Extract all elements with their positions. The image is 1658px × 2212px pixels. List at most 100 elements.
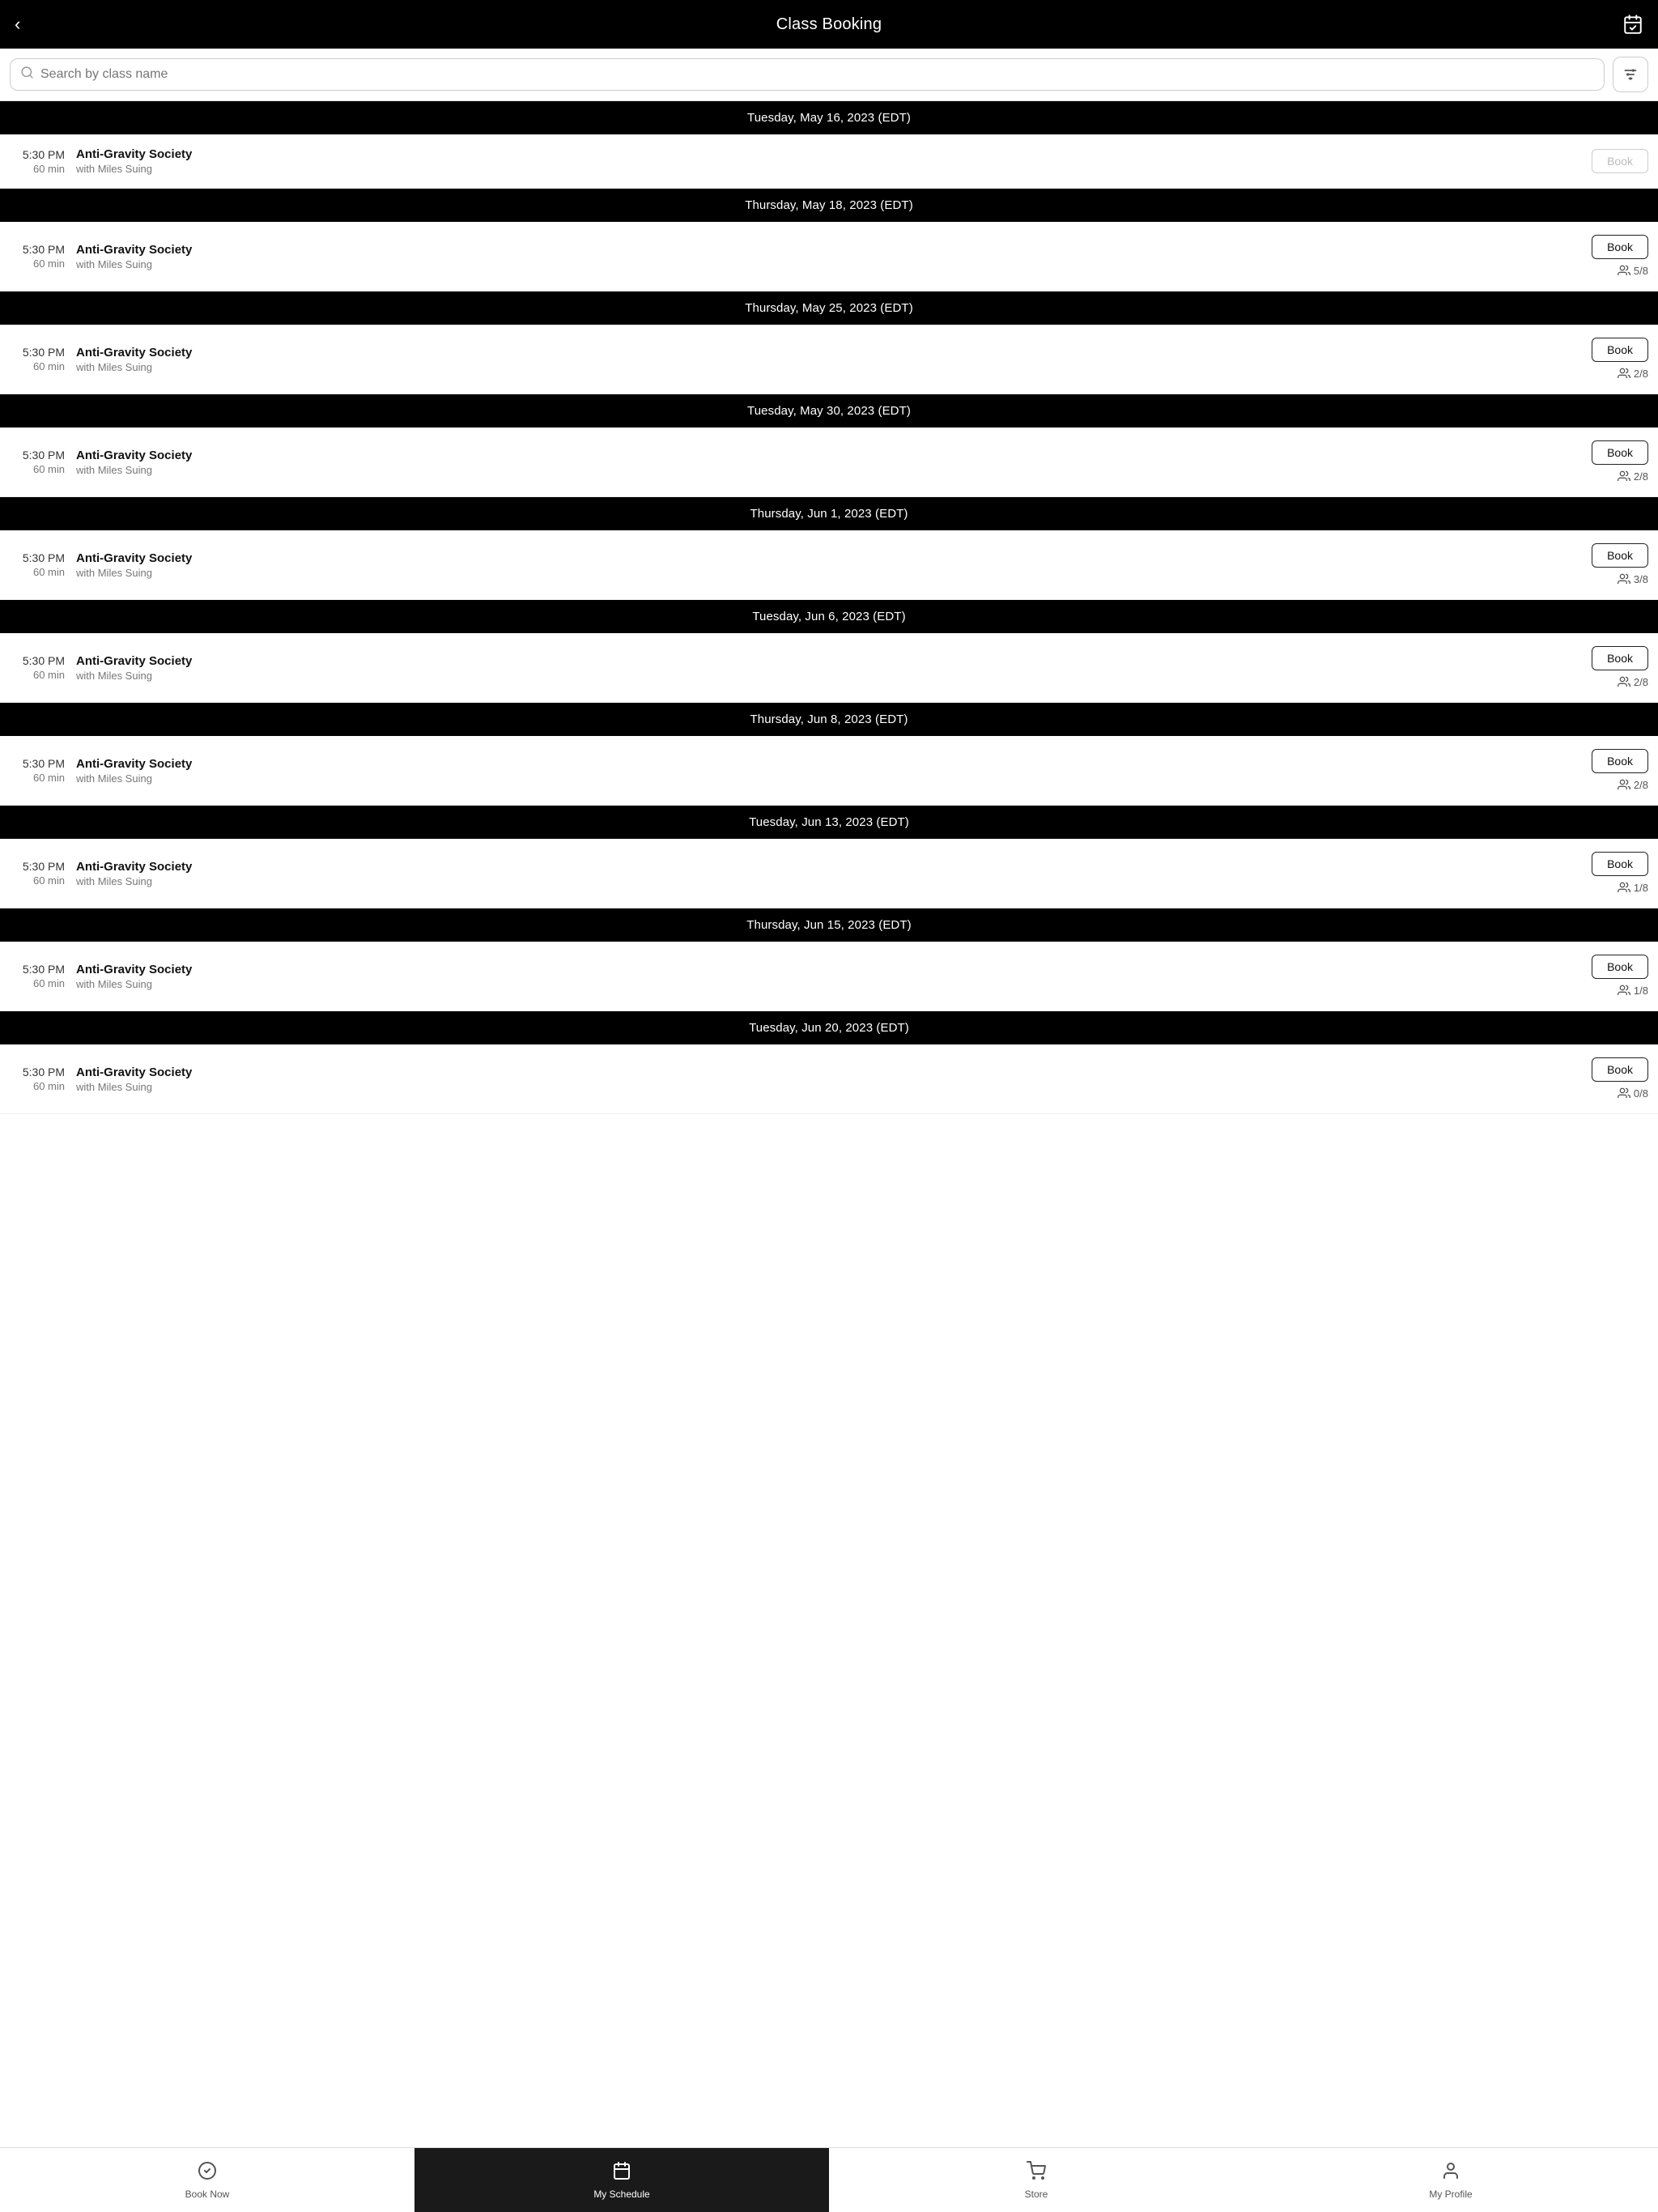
- class-duration: 60 min: [33, 1080, 65, 1092]
- date-header: Tuesday, May 30, 2023 (EDT): [0, 394, 1658, 428]
- class-info: Anti-Gravity Societywith Miles Suing: [76, 860, 1592, 887]
- class-actions: Book 5/8: [1592, 235, 1648, 278]
- capacity-icon: [1618, 572, 1630, 586]
- filter-button[interactable]: [1613, 57, 1648, 92]
- class-name: Anti-Gravity Society: [76, 346, 1592, 359]
- class-duration: 60 min: [33, 360, 65, 372]
- capacity-icon: [1618, 881, 1630, 895]
- class-info: Anti-Gravity Societywith Miles Suing: [76, 551, 1592, 579]
- class-row: 5:30 PM60 minAnti-Gravity Societywith Mi…: [0, 134, 1658, 189]
- class-capacity: 2/8: [1618, 470, 1648, 483]
- capacity-icon: [1618, 984, 1630, 998]
- class-time: 5:30 PM60 min: [10, 346, 65, 372]
- class-info: Anti-Gravity Societywith Miles Suing: [76, 654, 1592, 682]
- class-time-value: 5:30 PM: [23, 148, 65, 161]
- date-header: Thursday, Jun 1, 2023 (EDT): [0, 497, 1658, 530]
- class-capacity: 2/8: [1618, 675, 1648, 689]
- book-button[interactable]: Book: [1592, 955, 1648, 979]
- search-input-wrapper: [10, 58, 1605, 91]
- class-capacity: 3/8: [1618, 572, 1648, 586]
- capacity-value: 2/8: [1634, 368, 1648, 380]
- class-time: 5:30 PM60 min: [10, 860, 65, 887]
- capacity-value: 3/8: [1634, 573, 1648, 585]
- capacity-icon: [1618, 367, 1630, 381]
- book-button[interactable]: Book: [1592, 543, 1648, 568]
- date-header: Thursday, May 25, 2023 (EDT): [0, 291, 1658, 325]
- date-header: Tuesday, May 16, 2023 (EDT): [0, 101, 1658, 134]
- class-row: 5:30 PM60 min Anti-Gravity Societywith Mi…: [0, 530, 1658, 600]
- class-name: Anti-Gravity Society: [76, 654, 1592, 668]
- book-button[interactable]: Book: [1592, 338, 1648, 362]
- class-info: Anti-Gravity Societywith Miles Suing: [76, 1066, 1592, 1093]
- capacity-icon: [1618, 470, 1630, 483]
- class-instructor: with Miles Suing: [76, 361, 1592, 373]
- back-button[interactable]: ‹: [15, 14, 40, 35]
- class-list: Tuesday, May 16, 2023 (EDT)5:30 PM60 min…: [0, 101, 1658, 1179]
- nav-my-profile-label: My Profile: [1429, 2189, 1472, 2200]
- class-name: Anti-Gravity Society: [76, 243, 1592, 257]
- class-capacity: 2/8: [1618, 778, 1648, 792]
- book-button[interactable]: Book: [1592, 852, 1648, 876]
- nav-book-now-label: Book Now: [185, 2189, 230, 2200]
- capacity-value: 2/8: [1634, 779, 1648, 791]
- capacity-value: 1/8: [1634, 985, 1648, 997]
- class-time-value: 5:30 PM: [23, 243, 65, 256]
- capacity-value: 1/8: [1634, 882, 1648, 894]
- class-actions: Book 3/8: [1592, 543, 1648, 586]
- book-button[interactable]: Book: [1592, 1057, 1648, 1082]
- nav-store[interactable]: Store: [829, 2148, 1244, 2212]
- class-time: 5:30 PM60 min: [10, 449, 65, 475]
- class-name: Anti-Gravity Society: [76, 449, 1592, 462]
- book-button[interactable]: Book: [1592, 646, 1648, 670]
- store-icon: [1027, 2161, 1046, 2185]
- nav-my-schedule[interactable]: My Schedule: [414, 2148, 829, 2212]
- capacity-icon: [1618, 778, 1630, 792]
- class-actions: Book 1/8: [1592, 955, 1648, 998]
- class-row: 5:30 PM60 minAnti-Gravity Societywith Mi…: [0, 428, 1658, 497]
- nav-my-profile[interactable]: My Profile: [1244, 2148, 1658, 2212]
- class-row: 5:30 PM60 min Anti-Gravity Societywith Mi…: [0, 736, 1658, 806]
- book-button[interactable]: Book: [1592, 440, 1648, 465]
- class-time: 5:30 PM60 min: [10, 551, 65, 578]
- search-input[interactable]: [40, 67, 1594, 82]
- class-info: Anti-Gravity Society with Miles Suing: [76, 346, 1592, 373]
- class-instructor: with Miles Suing: [76, 978, 1592, 990]
- class-duration: 60 min: [33, 163, 65, 175]
- class-duration: 60 min: [33, 772, 65, 784]
- my-profile-icon: [1441, 2161, 1460, 2185]
- class-time-value: 5:30 PM: [23, 860, 65, 873]
- class-name: Anti-Gravity Society: [76, 963, 1592, 976]
- class-row: 5:30 PM60 min Anti-Gravity Society with Mi…: [0, 942, 1658, 1011]
- book-button[interactable]: Book: [1592, 235, 1648, 259]
- class-row: 5:30 PM60 minAnti-Gravity Societywith Mi…: [0, 633, 1658, 703]
- class-duration: 60 min: [33, 874, 65, 887]
- class-duration: 60 min: [33, 669, 65, 681]
- class-actions: Book 2/8: [1592, 646, 1648, 689]
- class-row: 5:30 PM60 min Anti-Gravity Societywith Mi…: [0, 839, 1658, 908]
- class-time-value: 5:30 PM: [23, 963, 65, 976]
- class-time: 5:30 PM60 min: [10, 963, 65, 989]
- page-title: Class Booking: [776, 15, 882, 34]
- calendar-icon[interactable]: [1618, 14, 1643, 35]
- class-actions: Book 2/8: [1592, 338, 1648, 381]
- class-name: Anti-Gravity Society: [76, 551, 1592, 565]
- capacity-icon: [1618, 264, 1630, 278]
- capacity-icon: [1618, 1087, 1630, 1100]
- nav-book-now[interactable]: Book Now: [0, 2148, 414, 2212]
- book-button[interactable]: Book: [1592, 749, 1648, 773]
- class-name: Anti-Gravity Society: [76, 860, 1592, 874]
- book-button[interactable]: Book: [1592, 149, 1648, 173]
- class-instructor: with Miles Suing: [76, 258, 1592, 270]
- class-duration: 60 min: [33, 463, 65, 475]
- book-now-icon: [198, 2161, 217, 2185]
- class-duration: 60 min: [33, 977, 65, 989]
- class-name: Anti-Gravity Society: [76, 1066, 1592, 1079]
- class-time: 5:30 PM60 min: [10, 757, 65, 784]
- class-actions: Book 0/8: [1592, 1057, 1648, 1100]
- class-row: 5:30 PM60 minAnti-Gravity Societywith Mi…: [0, 1044, 1658, 1114]
- my-schedule-icon: [612, 2161, 631, 2185]
- class-capacity: 0/8: [1618, 1087, 1648, 1100]
- class-actions: Book 2/8: [1592, 749, 1648, 792]
- class-info: Anti-Gravity Societywith Miles Suing: [76, 757, 1592, 785]
- class-instructor: with Miles Suing: [76, 163, 1592, 175]
